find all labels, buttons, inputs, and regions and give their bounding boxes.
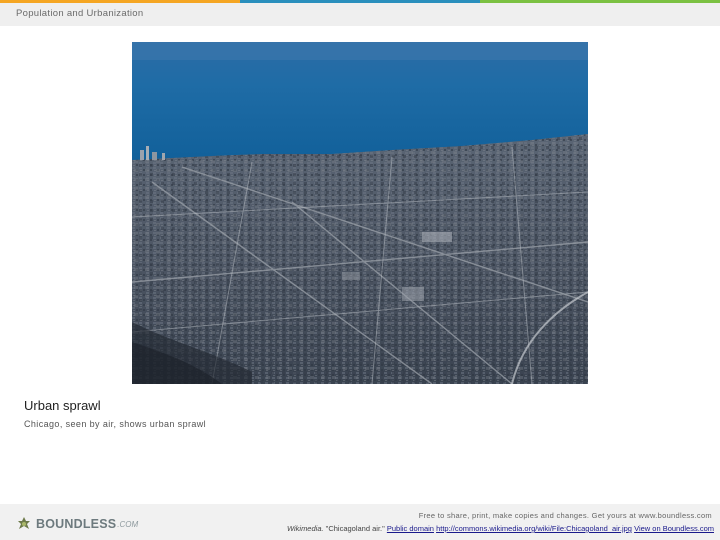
view-on-boundless-link[interactable]: View on Boundless.com [634, 524, 714, 533]
attribution-title: "Chicagoland air." [323, 524, 387, 533]
boundless-logo-icon [18, 517, 30, 529]
footer-license-notice: Free to share, print, make copies and ch… [418, 511, 712, 520]
boundless-logo[interactable]: BOUNDLESS .COM [16, 516, 138, 532]
footer: BOUNDLESS .COM Free to share, print, mak… [0, 504, 720, 540]
attribution-source: Wikimedia. [286, 524, 324, 533]
header-stripe-green [480, 0, 720, 3]
license-link[interactable]: Public domain [387, 524, 434, 533]
header-stripe-blue [240, 0, 480, 3]
page-title: Population and Urbanization [16, 8, 144, 19]
header-stripe-orange [0, 0, 240, 3]
chicago-aerial-photo [132, 42, 588, 384]
caption-text: Chicago, seen by air, shows urban sprawl [24, 419, 207, 429]
footer-attribution: Wikimedia. "Chicagoland air." Public dom… [287, 524, 714, 533]
header-bar: Population and Urbanization [0, 0, 720, 26]
logo-dotcom: .COM [117, 519, 139, 529]
source-url-link[interactable]: http://commons.wikimedia.org/wiki/File:C… [436, 524, 632, 533]
logo-wordmark: BOUNDLESS [36, 517, 117, 531]
caption-title: Urban sprawl [24, 398, 101, 413]
